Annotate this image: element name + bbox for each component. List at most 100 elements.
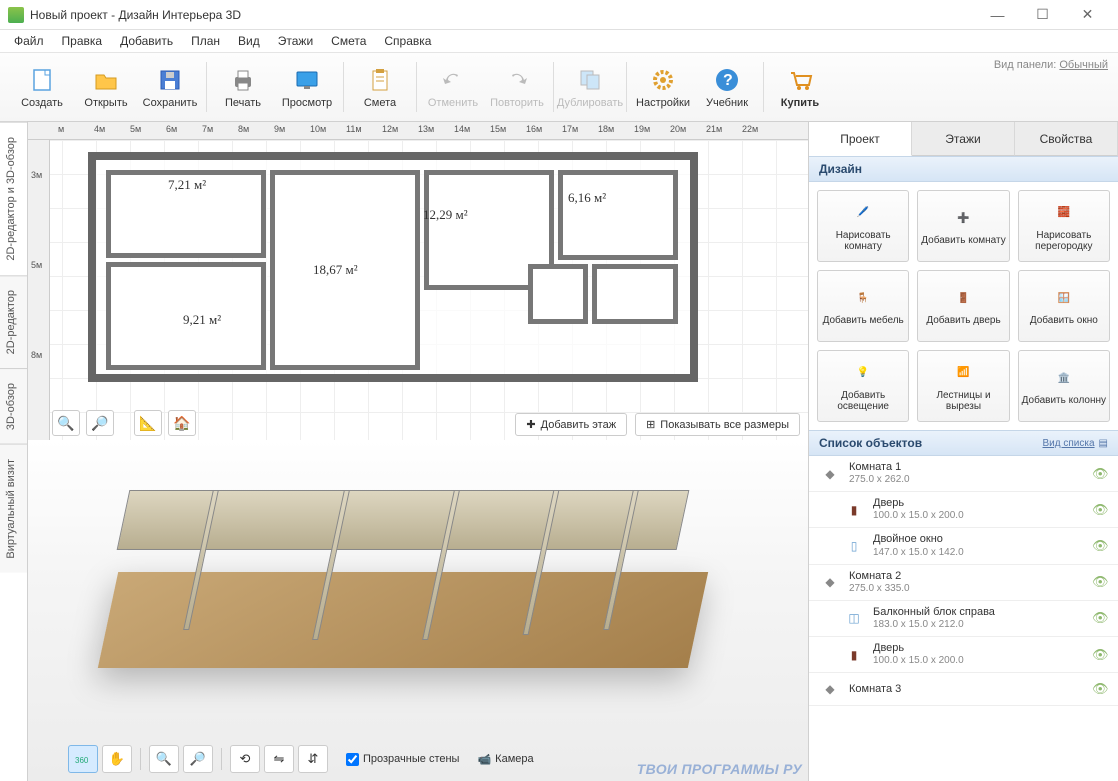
settings-icon	[649, 66, 677, 94]
visibility-icon[interactable]: 👁	[1092, 466, 1108, 482]
transparent-walls-checkbox[interactable]: Прозрачные стены	[346, 753, 459, 766]
ruler-horizontal: м4м5м6м7м8м9м10м11м12м13м14м15м16м17м18м…	[28, 122, 808, 140]
draw-partition-button[interactable]: 🧱Нарисовать перегородку	[1018, 190, 1110, 262]
preview-button[interactable]: Просмотр	[275, 57, 339, 117]
door-icon: 🚪	[950, 285, 976, 311]
vtab-2[interactable]: 3D-обзор	[0, 368, 27, 444]
camera-button[interactable]: 📹Камера	[477, 753, 533, 766]
pan-button[interactable]: ✋	[102, 745, 132, 773]
visibility-icon[interactable]: 👁	[1092, 610, 1108, 626]
room-icon: ◆	[819, 678, 841, 700]
panel-mode-label: Вид панели: Обычный	[994, 59, 1108, 71]
save-icon	[156, 66, 184, 94]
room-box[interactable]	[558, 170, 678, 260]
room-label: 6,16 м²	[568, 190, 606, 206]
room-label: 18,67 м²	[313, 262, 358, 278]
add-light-button[interactable]: 💡Добавить освещение	[817, 350, 909, 422]
redo-button: Повторить	[485, 57, 549, 117]
undo-icon	[439, 66, 467, 94]
menu-4[interactable]: Вид	[230, 32, 268, 50]
visibility-icon[interactable]: 👁	[1092, 681, 1108, 697]
rtab-1[interactable]: Этажи	[912, 122, 1015, 156]
home-button[interactable]: 🏠	[168, 410, 196, 436]
maximize-button[interactable]: ☐	[1020, 0, 1065, 30]
titlebar: Новый проект - Дизайн Интерьера 3D — ☐ ✕	[0, 0, 1118, 30]
menu-0[interactable]: Файл	[6, 32, 52, 50]
estimate-button[interactable]: Смета	[348, 57, 412, 117]
panel-mode-link[interactable]: Обычный	[1059, 59, 1108, 71]
create-button[interactable]: Создать	[10, 57, 74, 117]
rotate-360-button[interactable]: 360	[68, 745, 98, 773]
add-window-button[interactable]: 🪟Добавить окно	[1018, 270, 1110, 342]
room-box[interactable]	[592, 264, 678, 324]
rotate-button[interactable]: ⟲	[230, 745, 260, 773]
measure-button[interactable]: 📐	[134, 410, 162, 436]
view-3d-toolbar: 360 ✋ 🔍 🔎 ⟲ ⇋ ⇵ Прозрачные стены 📹Камера	[68, 745, 534, 773]
floorplan[interactable]: 7,21 м²18,67 м²12,29 м²6,16 м²9,21 м²	[88, 152, 698, 382]
stairs-button[interactable]: 📶Лестницы и вырезы	[917, 350, 1009, 422]
visibility-icon[interactable]: 👁	[1092, 538, 1108, 554]
object-item[interactable]: ◫Балконный блок справа183.0 x 15.0 x 212…	[809, 601, 1118, 637]
add-floor-button[interactable]: ✚Добавить этаж	[515, 413, 627, 436]
help-button[interactable]: ?Учебник	[695, 57, 759, 117]
print-button[interactable]: Печать	[211, 57, 275, 117]
right-panel: ПроектЭтажиСвойства Дизайн 🖊️Нарисовать …	[808, 122, 1118, 781]
add-furniture-button[interactable]: 🪑Добавить мебель	[817, 270, 909, 342]
bricks-icon: 🧱	[1051, 200, 1077, 226]
room-box[interactable]	[528, 264, 588, 324]
open-button[interactable]: Открыть	[74, 57, 138, 117]
flip-v-button[interactable]: ⇵	[298, 745, 328, 773]
menu-7[interactable]: Справка	[376, 32, 439, 50]
object-item[interactable]: ▮Дверь100.0 x 15.0 x 200.0👁	[809, 637, 1118, 673]
menu-3[interactable]: План	[183, 32, 228, 50]
stairs-icon: 📶	[950, 360, 976, 386]
settings-button[interactable]: Настройки	[631, 57, 695, 117]
vtab-0[interactable]: 2D-редактор и 3D-обзор	[0, 122, 27, 275]
menu-6[interactable]: Смета	[323, 32, 374, 50]
estimate-icon	[366, 66, 394, 94]
visibility-icon[interactable]: 👁	[1092, 574, 1108, 590]
menu-1[interactable]: Правка	[54, 32, 111, 50]
left-vertical-tabs: 2D-редактор и 3D-обзор2D-редактор3D-обзо…	[0, 122, 28, 781]
column-icon: 🏛️	[1051, 365, 1077, 391]
rtab-0[interactable]: Проект	[809, 122, 912, 156]
save-button[interactable]: Сохранить	[138, 57, 202, 117]
redo-icon	[503, 66, 531, 94]
close-button[interactable]: ✕	[1065, 0, 1110, 30]
add-room-button[interactable]: ➕Добавить комнату	[917, 190, 1009, 262]
window-s-icon: ▯	[843, 535, 865, 557]
add-door-button[interactable]: 🚪Добавить дверь	[917, 270, 1009, 342]
object-item[interactable]: ◆Комната 1275.0 x 262.0👁	[809, 456, 1118, 492]
object-item[interactable]: ◆Комната 2275.0 x 335.0👁	[809, 565, 1118, 601]
visibility-icon[interactable]: 👁	[1092, 502, 1108, 518]
design-section-header: Дизайн	[809, 156, 1118, 182]
room-label: 9,21 м²	[183, 312, 221, 328]
menu-2[interactable]: Добавить	[112, 32, 181, 50]
buy-button[interactable]: Купить	[768, 57, 832, 117]
zoom-out-button[interactable]: 🔍	[52, 410, 80, 436]
create-icon	[28, 66, 56, 94]
show-dimensions-button[interactable]: ⊞Показывать все размеры	[635, 413, 800, 436]
minimize-button[interactable]: —	[975, 0, 1020, 30]
vtab-1[interactable]: 2D-редактор	[0, 275, 27, 368]
menu-5[interactable]: Этажи	[270, 32, 321, 50]
door-s-icon: ▮	[843, 499, 865, 521]
flip-h-button[interactable]: ⇋	[264, 745, 294, 773]
canvas-area: м4м5м6м7м8м9м10м11м12м13м14м15м16м17м18м…	[28, 122, 808, 781]
plan-2d-view[interactable]: 3м5м8м 7,21 м²18,67 м²12,29 м²6,16 м²9,2…	[28, 140, 808, 440]
zoom-out-3d-button[interactable]: 🔍	[149, 745, 179, 773]
visibility-icon[interactable]: 👁	[1092, 647, 1108, 663]
render-3d	[78, 460, 728, 720]
view-3d[interactable]: 360 ✋ 🔍 🔎 ⟲ ⇋ ⇵ Прозрачные стены 📹Камера…	[28, 440, 808, 781]
zoom-in-3d-button[interactable]: 🔎	[183, 745, 213, 773]
object-item[interactable]: ▯Двойное окно147.0 x 15.0 x 142.0👁	[809, 528, 1118, 564]
object-item[interactable]: ▮Дверь100.0 x 15.0 x 200.0👁	[809, 492, 1118, 528]
draw-room-button[interactable]: 🖊️Нарисовать комнату	[817, 190, 909, 262]
add-column-button[interactable]: 🏛️Добавить колонну	[1018, 350, 1110, 422]
window-title: Новый проект - Дизайн Интерьера 3D	[30, 8, 975, 22]
rtab-2[interactable]: Свойства	[1015, 122, 1118, 156]
list-view-link[interactable]: Вид списка ▤	[1043, 438, 1108, 449]
vtab-3[interactable]: Виртуальный визит	[0, 444, 27, 573]
zoom-in-button[interactable]: 🔎	[86, 410, 114, 436]
object-item[interactable]: ◆Комната 3👁	[809, 673, 1118, 706]
